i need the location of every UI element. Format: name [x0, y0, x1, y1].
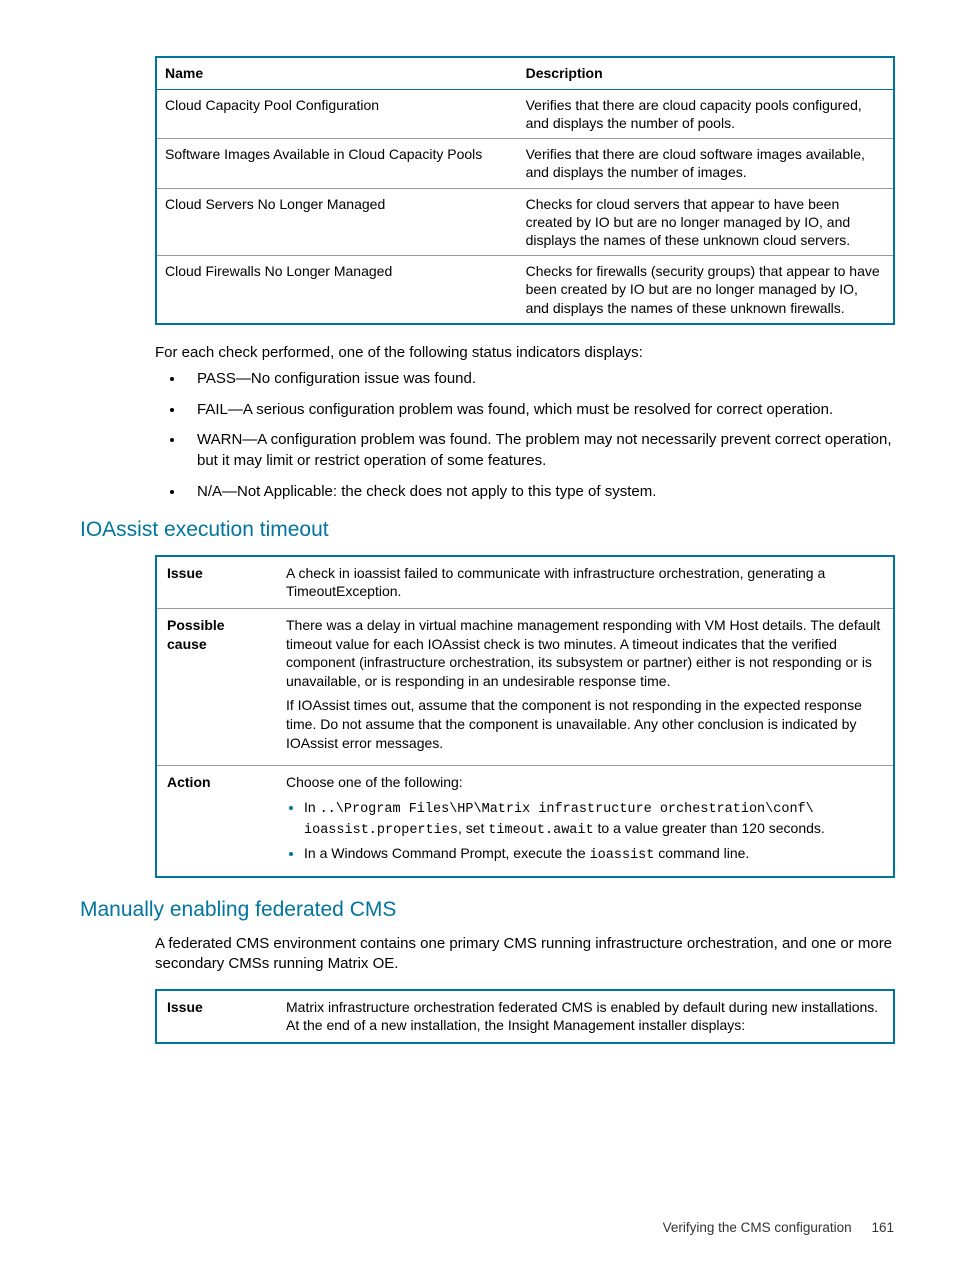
list-item: FAIL—A serious configuration problem was…: [185, 400, 894, 421]
list-item: N/A—Not Applicable: the check does not a…: [185, 482, 894, 503]
table-row: Cloud Capacity Pool Configuration Verifi…: [156, 89, 894, 138]
txt: , set: [458, 820, 488, 836]
status-intro: For each check performed, one of the fol…: [155, 343, 894, 363]
issue-text: Matrix infrastructure orchestration fede…: [276, 990, 894, 1043]
page-number: 161: [871, 1220, 894, 1235]
timeout-issue-table: Issue A check in ioassist failed to comm…: [155, 555, 895, 878]
check-desc: Checks for cloud servers that appear to …: [518, 188, 894, 256]
txt: In a Windows Command Prompt, execute the: [304, 845, 590, 861]
issue-text: A check in ioassist failed to communicat…: [276, 556, 894, 609]
label-issue: Issue: [156, 990, 276, 1043]
txt: command line.: [654, 845, 749, 861]
code-cmd: ioassist: [590, 848, 655, 863]
action-text: Choose one of the following: In ..\Progr…: [276, 766, 894, 877]
action-intro: Choose one of the following:: [286, 773, 883, 792]
col-name-header: Name: [156, 57, 518, 89]
table-row: Cloud Servers No Longer Managed Checks f…: [156, 188, 894, 256]
label-possible-cause: Possible cause: [156, 609, 276, 766]
footer-title: Verifying the CMS configuration: [663, 1220, 852, 1235]
code-prop: timeout.await: [488, 823, 593, 838]
heading-ioassist-timeout: IOAssist execution timeout: [80, 516, 894, 544]
label-issue: Issue: [156, 556, 276, 609]
check-name: Cloud Firewalls No Longer Managed: [156, 256, 518, 324]
txt: to a value greater than 120 seconds.: [594, 820, 825, 836]
check-desc: Checks for firewalls (security groups) t…: [518, 256, 894, 324]
txt: In: [304, 799, 320, 815]
list-item: WARN—A configuration problem was found. …: [185, 430, 894, 471]
label-action: Action: [156, 766, 276, 877]
list-item: In a Windows Command Prompt, execute the…: [304, 844, 883, 865]
list-item: PASS—No configuration issue was found.: [185, 369, 894, 390]
cause-text: There was a delay in virtual machine man…: [276, 609, 894, 766]
check-name: Software Images Available in Cloud Capac…: [156, 139, 518, 188]
col-desc-header: Description: [518, 57, 894, 89]
check-name: Cloud Servers No Longer Managed: [156, 188, 518, 256]
check-desc: Verifies that there are cloud capacity p…: [518, 89, 894, 138]
checks-table: Name Description Cloud Capacity Pool Con…: [155, 56, 895, 325]
cause-p2: If IOAssist times out, assume that the c…: [286, 696, 883, 752]
check-name: Cloud Capacity Pool Configuration: [156, 89, 518, 138]
heading-federated-cms: Manually enabling federated CMS: [80, 896, 894, 924]
cms-intro: A federated CMS environment contains one…: [155, 934, 894, 975]
status-list: PASS—No configuration issue was found. F…: [185, 369, 894, 502]
cms-issue-table: Issue Matrix infrastructure orchestratio…: [155, 989, 895, 1044]
check-desc: Verifies that there are cloud software i…: [518, 139, 894, 188]
list-item: In ..\Program Files\HP\Matrix infrastruc…: [304, 798, 883, 840]
page-footer: Verifying the CMS configuration 161: [663, 1219, 894, 1237]
table-row: Cloud Firewalls No Longer Managed Checks…: [156, 256, 894, 324]
cause-p1: There was a delay in virtual machine man…: [286, 616, 883, 690]
table-row: Software Images Available in Cloud Capac…: [156, 139, 894, 188]
